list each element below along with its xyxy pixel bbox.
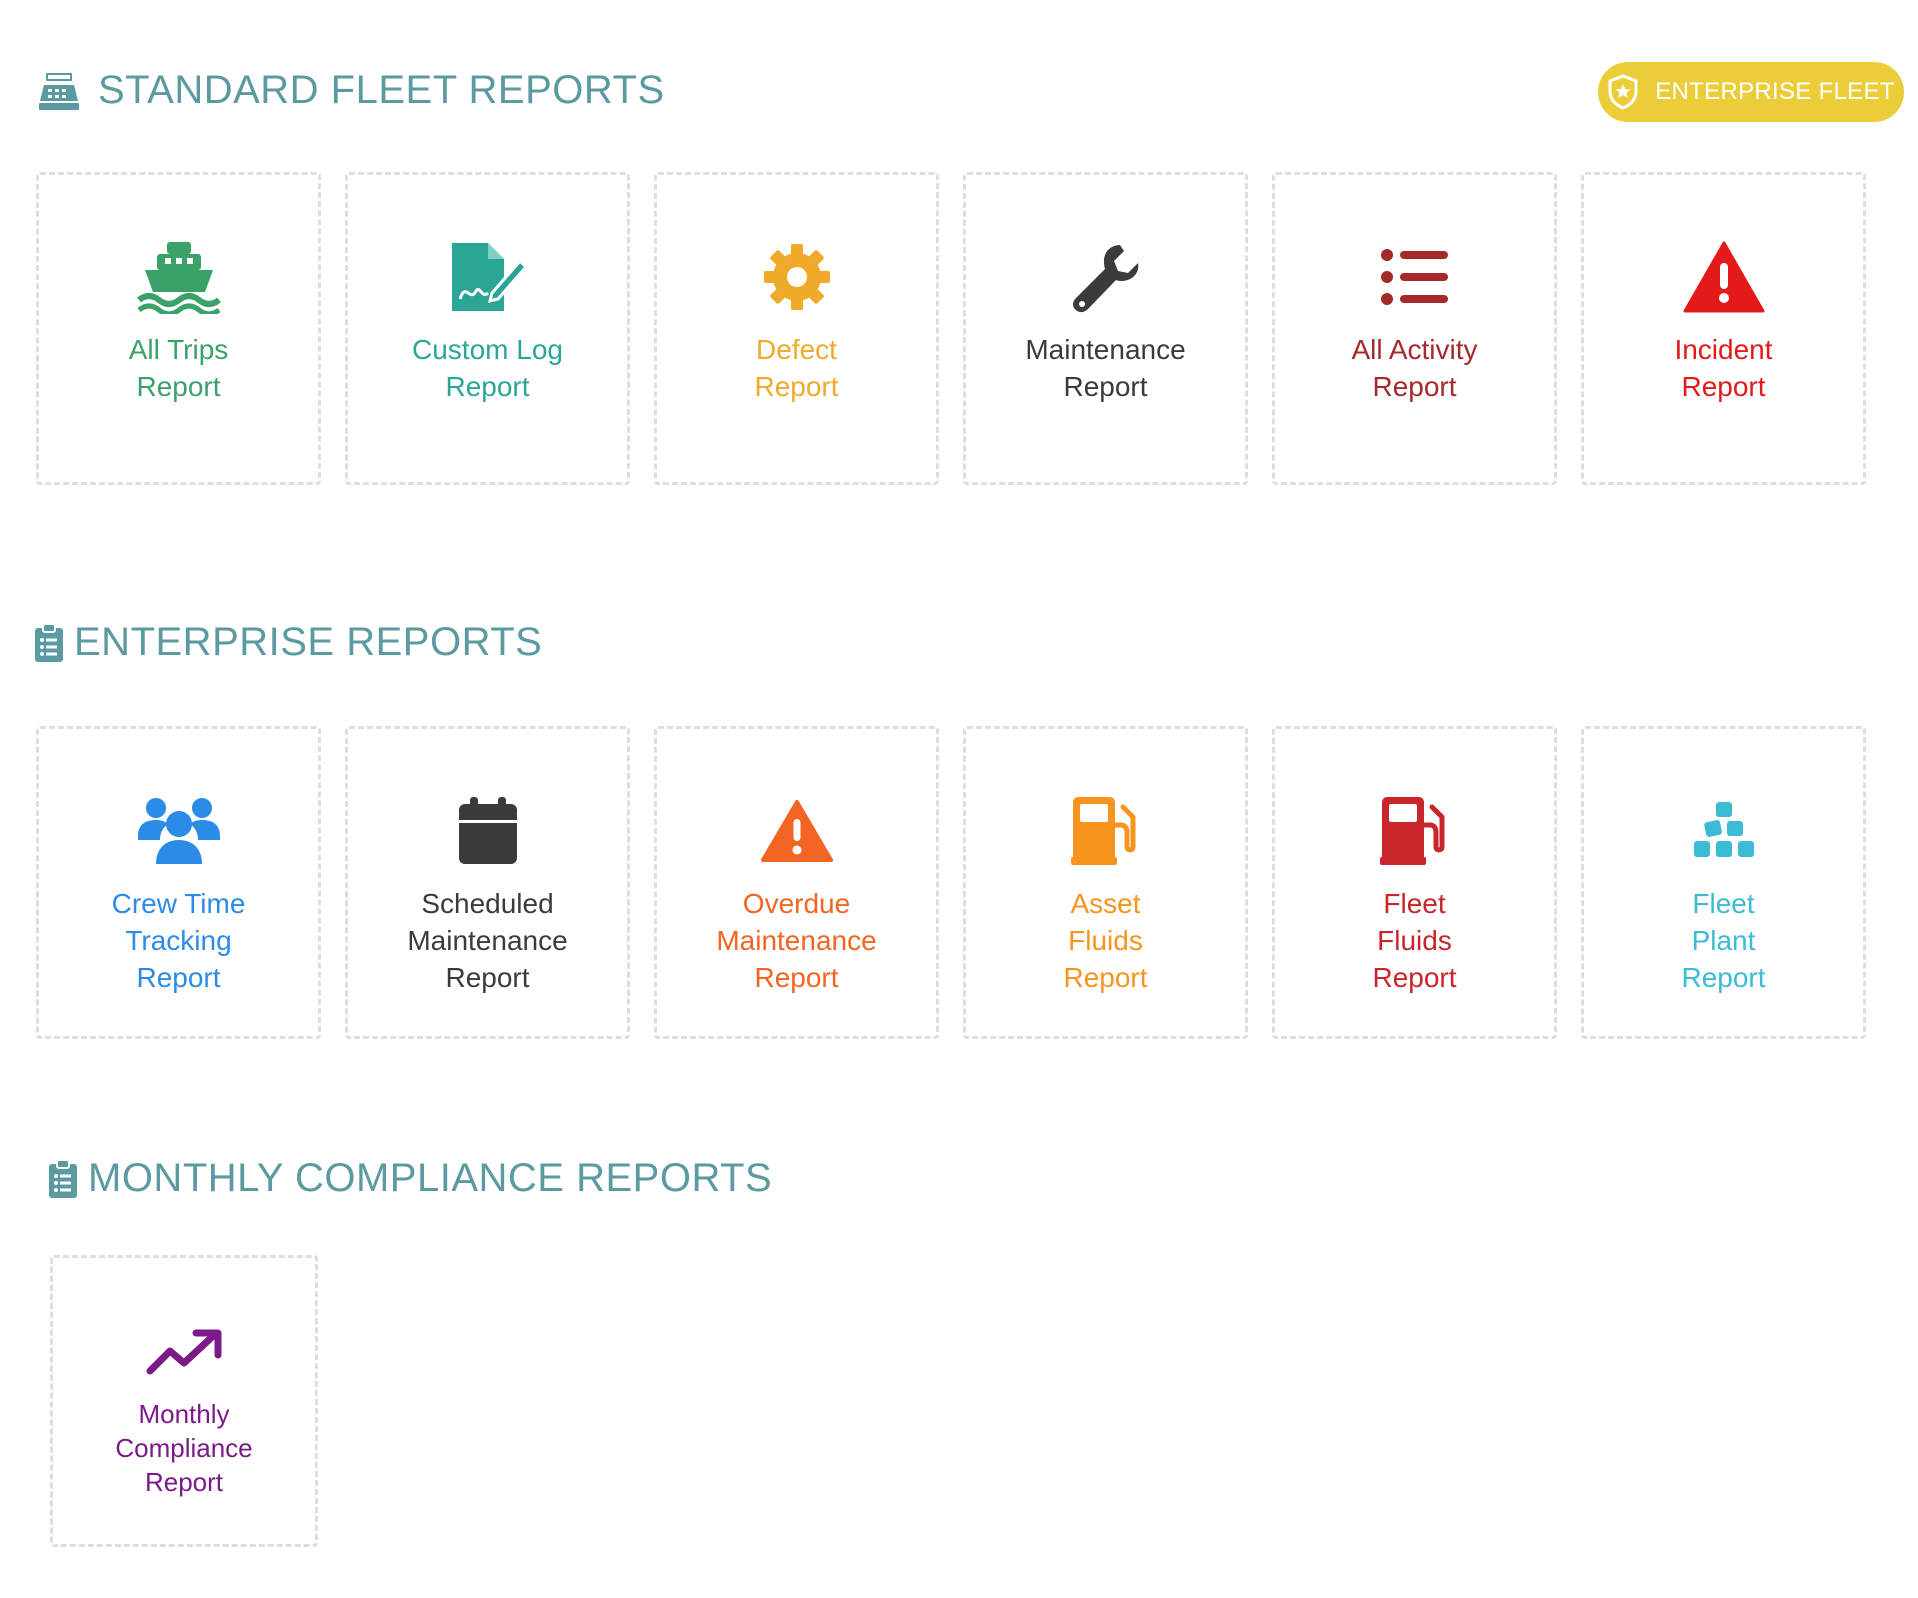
- warning-icon: [760, 791, 833, 871]
- cubes-icon: [1693, 791, 1755, 871]
- enterprise-fleet-badge[interactable]: ENTERPRISE FLEET: [1598, 62, 1904, 122]
- cash-register-icon: [38, 71, 80, 111]
- section-title-text: ENTERPRISE REPORTS: [74, 620, 543, 664]
- standard-reports-grid: All Trips Report Custom Log Report Defec…: [36, 172, 1866, 485]
- all-activity-report-card[interactable]: All Activity Report: [1272, 172, 1557, 485]
- card-label: Monthly Compliance Report: [115, 1399, 253, 1497]
- maintenance-report-card[interactable]: Maintenance Report: [963, 172, 1248, 485]
- card-label: Fleet Fluids Report: [1372, 888, 1457, 993]
- ship-icon: [136, 237, 221, 317]
- warning-icon: [1683, 237, 1765, 317]
- overdue-maintenance-report-card[interactable]: Overdue Maintenance Report: [654, 726, 939, 1039]
- fleet-fluids-report-card[interactable]: Fleet Fluids Report: [1272, 726, 1557, 1039]
- users-icon: [136, 791, 222, 871]
- fuel-pump-icon: [1070, 791, 1141, 871]
- defect-report-card[interactable]: Defect Report: [654, 172, 939, 485]
- wrench-icon: [1070, 237, 1142, 317]
- card-label: Asset Fluids Report: [1063, 888, 1148, 993]
- scheduled-maintenance-report-card[interactable]: Scheduled Maintenance Report: [345, 726, 630, 1039]
- card-label: All Activity Report: [1351, 334, 1478, 402]
- enterprise-section-title: ENTERPRISE REPORTS: [34, 620, 542, 665]
- incident-report-card[interactable]: Incident Report: [1581, 172, 1866, 485]
- section-title-text: MONTHLY COMPLIANCE REPORTS: [88, 1156, 773, 1200]
- fuel-pump-icon: [1379, 791, 1450, 871]
- card-label: All Trips Report: [128, 334, 229, 402]
- card-label: Incident Report: [1674, 334, 1773, 402]
- standard-section-title: STANDARD FLEET REPORTS: [38, 68, 665, 113]
- fleet-plant-report-card[interactable]: Fleet Plant Report: [1581, 726, 1866, 1039]
- list-icon: [1380, 237, 1450, 317]
- shield-star-icon: [1607, 74, 1639, 110]
- trend-up-icon: [146, 1323, 222, 1383]
- clipboard-list-icon: [48, 1158, 78, 1199]
- card-label: Scheduled Maintenance Report: [407, 888, 568, 993]
- clipboard-list-icon: [34, 622, 64, 663]
- asset-fluids-report-card[interactable]: Asset Fluids Report: [963, 726, 1248, 1039]
- card-label: Custom Log Report: [412, 334, 563, 402]
- enterprise-reports-grid: Crew Time Tracking Report Scheduled Main…: [36, 726, 1866, 1039]
- card-label: Crew Time Tracking Report: [111, 888, 246, 993]
- badge-label: ENTERPRISE FLEET: [1655, 78, 1895, 105]
- card-label: Defect Report: [754, 334, 839, 402]
- signature-icon: [448, 237, 528, 317]
- custom-log-report-card[interactable]: Custom Log Report: [345, 172, 630, 485]
- section-title-text: STANDARD FLEET REPORTS: [98, 68, 665, 112]
- crew-time-tracking-report-card[interactable]: Crew Time Tracking Report: [36, 726, 321, 1039]
- monthly-section-title: MONTHLY COMPLIANCE REPORTS: [48, 1156, 772, 1201]
- gear-icon: [762, 237, 832, 317]
- card-label: Fleet Plant Report: [1681, 888, 1766, 993]
- card-label: Maintenance Report: [1025, 334, 1186, 402]
- card-label: Overdue Maintenance Report: [716, 888, 877, 993]
- all-trips-report-card[interactable]: All Trips Report: [36, 172, 321, 485]
- calendar-icon: [457, 791, 519, 871]
- monthly-compliance-report-card[interactable]: Monthly Compliance Report: [50, 1255, 318, 1547]
